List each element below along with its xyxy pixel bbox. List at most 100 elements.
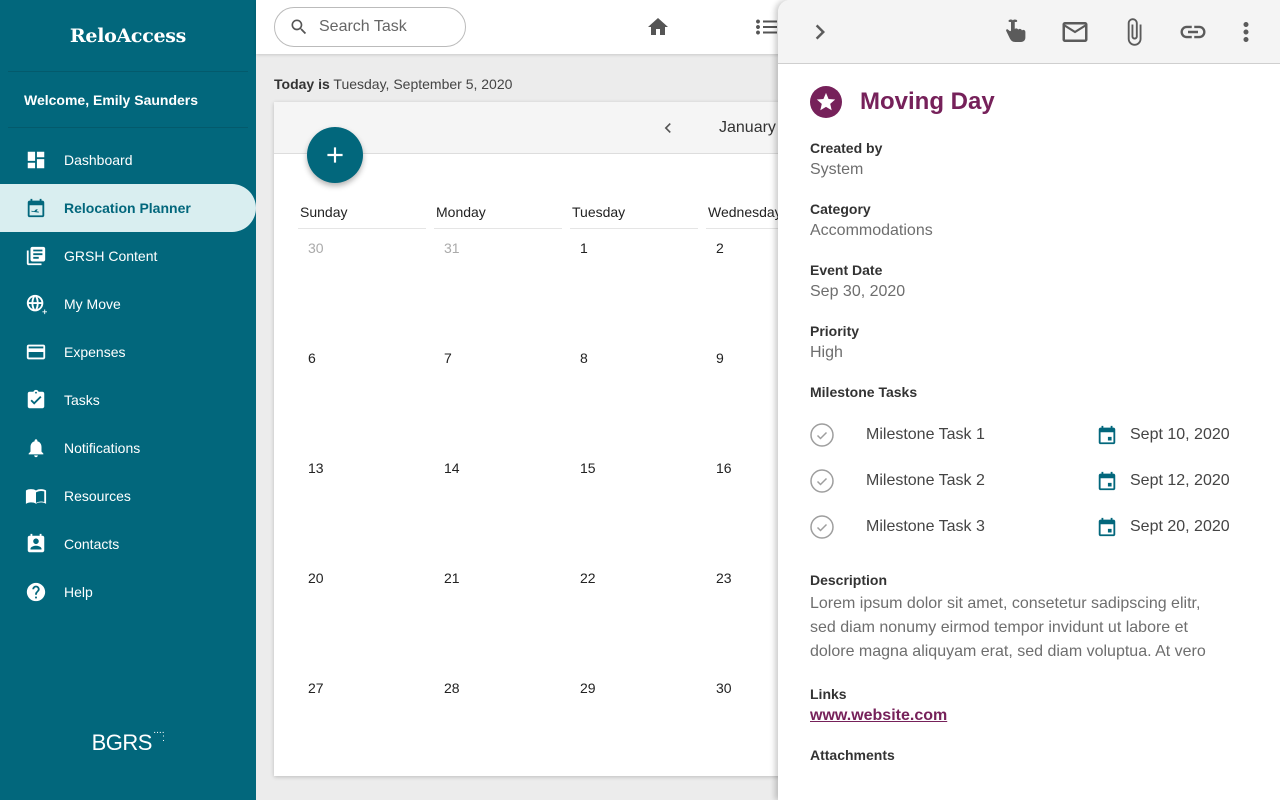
check-circle-icon[interactable] bbox=[810, 423, 834, 447]
more-options-button[interactable] bbox=[1230, 16, 1262, 48]
sidebar-item-label: Relocation Planner bbox=[64, 200, 191, 216]
sidebar-item-contacts[interactable]: Contacts bbox=[0, 520, 256, 568]
library-books-icon bbox=[24, 244, 48, 268]
sidebar-item-notifications[interactable]: Notifications bbox=[0, 424, 256, 472]
category-field: Category Accommodations bbox=[810, 201, 933, 239]
calendar-day-cell[interactable]: 27 bbox=[298, 680, 426, 790]
sidebar-item-label: Contacts bbox=[64, 536, 120, 552]
contact-card-icon bbox=[24, 532, 48, 556]
attach-button[interactable] bbox=[1118, 16, 1150, 48]
reminder-finger-icon bbox=[1006, 19, 1026, 42]
calendar-flight-icon bbox=[24, 196, 48, 220]
mail-icon bbox=[1062, 22, 1088, 42]
calendar-day-cell[interactable]: 6 bbox=[298, 350, 426, 460]
milestone-name: Milestone Task 1 bbox=[866, 426, 985, 443]
calendar-day-cell[interactable]: 7 bbox=[434, 350, 562, 460]
search-box[interactable] bbox=[274, 7, 466, 47]
website-link[interactable]: www.website.com bbox=[810, 707, 947, 725]
calendar-day-cell[interactable]: 31 bbox=[434, 240, 562, 350]
app-logo: ReloAccess bbox=[8, 0, 248, 72]
sidebar-item-label: My Move bbox=[64, 296, 121, 312]
milestone-item: Milestone Task 1 Sept 10, 2020 bbox=[810, 412, 1248, 458]
list-icon bbox=[756, 19, 777, 35]
milestone-date: Sept 20, 2020 bbox=[1130, 518, 1230, 535]
calendar-day-cell[interactable]: 1 bbox=[570, 240, 698, 350]
calendar-grid: 30 31 1 2 6 7 8 9 13 14 15 16 20 21 22 23 27 28 29 30 bbox=[298, 240, 842, 790]
calendar-day-cell[interactable]: 21 bbox=[434, 570, 562, 680]
sidebar-item-expenses[interactable]: Expenses bbox=[0, 328, 256, 376]
chevron-left-icon bbox=[664, 123, 671, 133]
sidebar-item-label: Help bbox=[64, 584, 93, 600]
logo-dots-icon: ···· : bbox=[152, 727, 165, 744]
sidebar-item-dashboard[interactable]: Dashboard bbox=[0, 136, 256, 184]
weekday-header: Sunday Monday Tuesday Wednesday bbox=[298, 204, 842, 229]
sidebar-item-my-move[interactable]: My Move bbox=[0, 280, 256, 328]
sidebar-item-label: Dashboard bbox=[64, 152, 133, 168]
sidebar-item-grsh-content[interactable]: GRSH Content bbox=[0, 232, 256, 280]
task-title: Moving Day bbox=[860, 88, 995, 115]
calendar-day-cell[interactable]: 8 bbox=[570, 350, 698, 460]
calendar-day-cell[interactable]: 30 bbox=[298, 240, 426, 350]
sidebar-item-label: Expenses bbox=[64, 344, 126, 360]
calendar-icon bbox=[1096, 424, 1118, 446]
calendar-week-row: 6789 bbox=[298, 350, 842, 460]
milestone-list: Milestone Task 1 Sept 10, 2020 Milestone… bbox=[810, 412, 1248, 550]
reminder-button[interactable] bbox=[1000, 16, 1032, 48]
calendar-day-cell[interactable]: 22 bbox=[570, 570, 698, 680]
today-indicator: Today is Tuesday, September 5, 2020 bbox=[274, 76, 513, 92]
clipboard-check-icon bbox=[24, 388, 48, 412]
sidebar-item-label: GRSH Content bbox=[64, 248, 158, 264]
calendar-icon bbox=[1096, 470, 1118, 492]
bell-icon bbox=[24, 436, 48, 460]
sidebar: ReloAccess Welcome, Emily Saunders Dashb… bbox=[0, 0, 256, 800]
sidebar-item-resources[interactable]: Resources bbox=[0, 472, 256, 520]
milestone-name: Milestone Task 2 bbox=[866, 472, 985, 489]
description-text: Lorem ipsum dolor sit amet, consetetur s… bbox=[810, 595, 1206, 660]
calendar-day-cell[interactable]: 13 bbox=[298, 460, 426, 570]
attachments-field: Attachments bbox=[810, 747, 895, 763]
weekday-label: Sunday bbox=[298, 204, 426, 229]
month-label: January bbox=[719, 119, 776, 136]
sidebar-item-label: Tasks bbox=[64, 392, 100, 408]
home-button[interactable] bbox=[646, 15, 670, 39]
sidebar-item-help[interactable]: Help bbox=[0, 568, 256, 616]
search-icon bbox=[291, 19, 307, 35]
calendar-day-cell[interactable]: 14 bbox=[434, 460, 562, 570]
sidebar-item-tasks[interactable]: Tasks bbox=[0, 376, 256, 424]
milestone-star-icon bbox=[810, 86, 842, 118]
check-circle-icon[interactable] bbox=[810, 515, 834, 539]
credit-card-icon bbox=[24, 340, 48, 364]
links-field: Links www.website.com bbox=[810, 686, 948, 725]
priority-field: Priority High bbox=[810, 323, 860, 361]
calendar-day-cell[interactable]: 20 bbox=[298, 570, 426, 680]
collapse-panel-button[interactable] bbox=[804, 16, 836, 48]
more-vertical-icon bbox=[1243, 22, 1249, 42]
calendar-day-cell[interactable]: 29 bbox=[570, 680, 698, 790]
sidebar-nav: Dashboard Relocation Planner GRSH Conten… bbox=[0, 136, 256, 616]
link-button[interactable] bbox=[1177, 16, 1209, 48]
check-circle-icon[interactable] bbox=[810, 469, 834, 493]
plus-icon bbox=[327, 147, 343, 163]
list-view-button[interactable] bbox=[756, 15, 780, 39]
calendar-week-row: 27 28 29 30 bbox=[298, 680, 842, 790]
link-icon bbox=[1180, 25, 1206, 39]
chevron-right-icon bbox=[815, 24, 825, 40]
email-button[interactable] bbox=[1059, 16, 1091, 48]
weekday-label: Monday bbox=[434, 204, 562, 229]
add-task-button[interactable] bbox=[307, 127, 363, 183]
calendar-day-cell[interactable]: 28 bbox=[434, 680, 562, 790]
description-field: Description Lorem ipsum dolor sit amet, … bbox=[810, 572, 1248, 664]
previous-month-button[interactable] bbox=[658, 118, 678, 138]
help-icon bbox=[24, 580, 48, 604]
detail-toolbar bbox=[778, 0, 1280, 64]
milestone-item: Milestone Task 3 Sept 20, 2020 bbox=[810, 504, 1248, 550]
weekday-label: Tuesday bbox=[570, 204, 698, 229]
bgrs-logo: BGRS···· : bbox=[91, 727, 165, 756]
sidebar-item-relocation-planner[interactable]: Relocation Planner bbox=[0, 184, 256, 232]
search-input[interactable] bbox=[319, 18, 459, 36]
milestone-name: Milestone Task 3 bbox=[866, 518, 985, 535]
calendar-week-row: 13 14 15 16 bbox=[298, 460, 842, 570]
calendar-day-cell[interactable]: 15 bbox=[570, 460, 698, 570]
sidebar-item-label: Resources bbox=[64, 488, 131, 504]
paperclip-icon bbox=[1127, 18, 1142, 46]
